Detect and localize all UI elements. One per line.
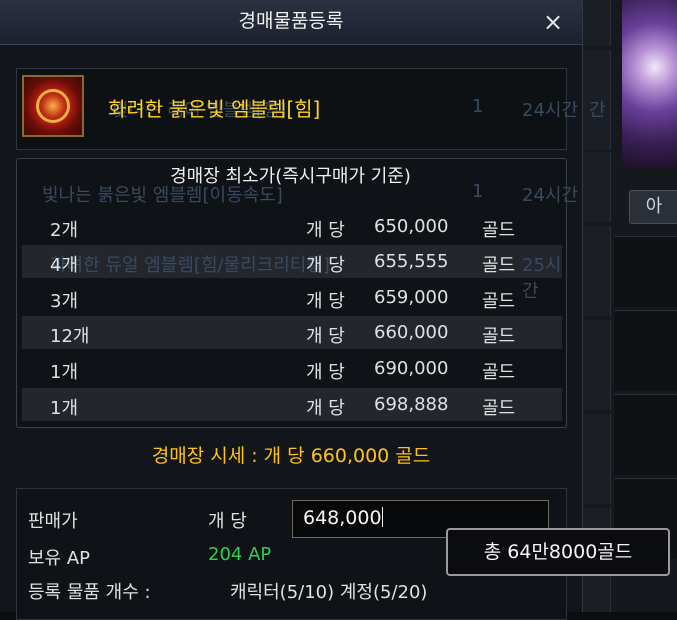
auction-register-dialog: 경매물품등록 × 빛나는 레어 엠블렘[힘] 1 24시간 화려한 붉은빛 엠블… xyxy=(0,0,583,620)
background-column xyxy=(582,414,611,504)
price-row-price: 660,000 xyxy=(374,322,449,343)
price-row: 화려한 듀얼 엠블렘[힘/물리크리티컬] 25시간 4개 개 당 655,555… xyxy=(22,245,562,302)
sell-price-label: 판매가 xyxy=(28,511,78,532)
text-caret xyxy=(381,507,383,527)
background-column xyxy=(582,0,611,46)
background-list-cell xyxy=(614,394,677,475)
price-row: 2개 개 당 650,000 골드 xyxy=(22,210,562,243)
price-row-per: 개 당 xyxy=(306,398,345,419)
price-row-per: 개 당 xyxy=(306,362,345,383)
background-ghost-qty: 1 xyxy=(472,96,484,117)
background-column xyxy=(582,320,611,410)
background-ghost-item-name: 화려한 듀얼 엠블렘[힘/물리크리티컬] xyxy=(50,255,330,276)
price-row-qty: 12개 xyxy=(50,326,90,347)
price-row-per: 개 당 xyxy=(306,326,345,347)
background-column xyxy=(582,152,611,222)
price-row-price: 655,555 xyxy=(374,251,449,272)
lowest-price-title: 경매장 최소가(즉시구매가 기준) xyxy=(170,166,411,187)
price-row-unit: 골드 xyxy=(482,326,516,347)
price-row-per: 개 당 xyxy=(306,220,345,241)
price-row: 1개 개 당 690,000 골드 xyxy=(22,352,562,385)
price-row: 12개 개 당 660,000 골드 xyxy=(22,316,562,349)
background-list-cell xyxy=(614,310,677,391)
background-ghost-edge: 간 xyxy=(589,100,606,121)
price-row-qty: 4개 xyxy=(50,255,79,276)
background-list-cell xyxy=(614,236,677,307)
background-column xyxy=(582,226,611,316)
sell-per-label: 개 당 xyxy=(208,511,247,532)
price-row-qty: 1개 xyxy=(50,398,79,419)
item-name: 화려한 붉은빛 엠블렘[힘] xyxy=(108,97,321,121)
price-row: 1개 개 당 698,888 골드 xyxy=(22,388,562,421)
price-row-price: 650,000 xyxy=(374,216,449,237)
sell-price-value: 648,000 xyxy=(303,507,382,529)
ap-label: 보유 AP xyxy=(28,548,91,569)
price-row-unit: 골드 xyxy=(482,220,516,241)
ap-value: 204 AP xyxy=(208,544,272,565)
dialog-title: 경매물품등록 xyxy=(238,10,344,32)
price-row-price: 659,000 xyxy=(374,287,449,308)
price-row-unit: 골드 xyxy=(482,255,516,276)
price-row-price: 690,000 xyxy=(374,358,449,379)
market-price-text: 경매장 시세 : 개 당 660,000 골드 xyxy=(151,445,431,467)
price-row-qty: 3개 xyxy=(50,291,79,312)
background-tab-button[interactable]: 아 xyxy=(629,190,677,224)
price-row: 3개 개 당 659,000 골드 xyxy=(22,281,562,314)
price-row-unit: 골드 xyxy=(482,398,516,419)
close-icon[interactable]: × xyxy=(540,10,566,36)
background-ghost-time: 24시간 xyxy=(522,100,579,121)
price-row-price: 698,888 xyxy=(374,394,449,415)
price-row-qty: 1개 xyxy=(50,362,79,383)
price-row-per: 개 당 xyxy=(306,291,345,312)
price-row-unit: 골드 xyxy=(482,362,516,383)
register-count-label: 등록 물품 개수 : xyxy=(28,582,151,603)
price-row-per: 개 당 xyxy=(306,255,345,276)
register-count-value: 캐릭터(5/10) 계정(5/20) xyxy=(230,582,428,603)
total-price-tooltip: 총 64만8000골드 xyxy=(446,528,670,576)
price-row-qty: 2개 xyxy=(50,220,79,241)
background-effect-image xyxy=(622,0,677,168)
price-row-unit: 골드 xyxy=(482,291,516,312)
red-emblem-icon[interactable] xyxy=(22,75,84,137)
